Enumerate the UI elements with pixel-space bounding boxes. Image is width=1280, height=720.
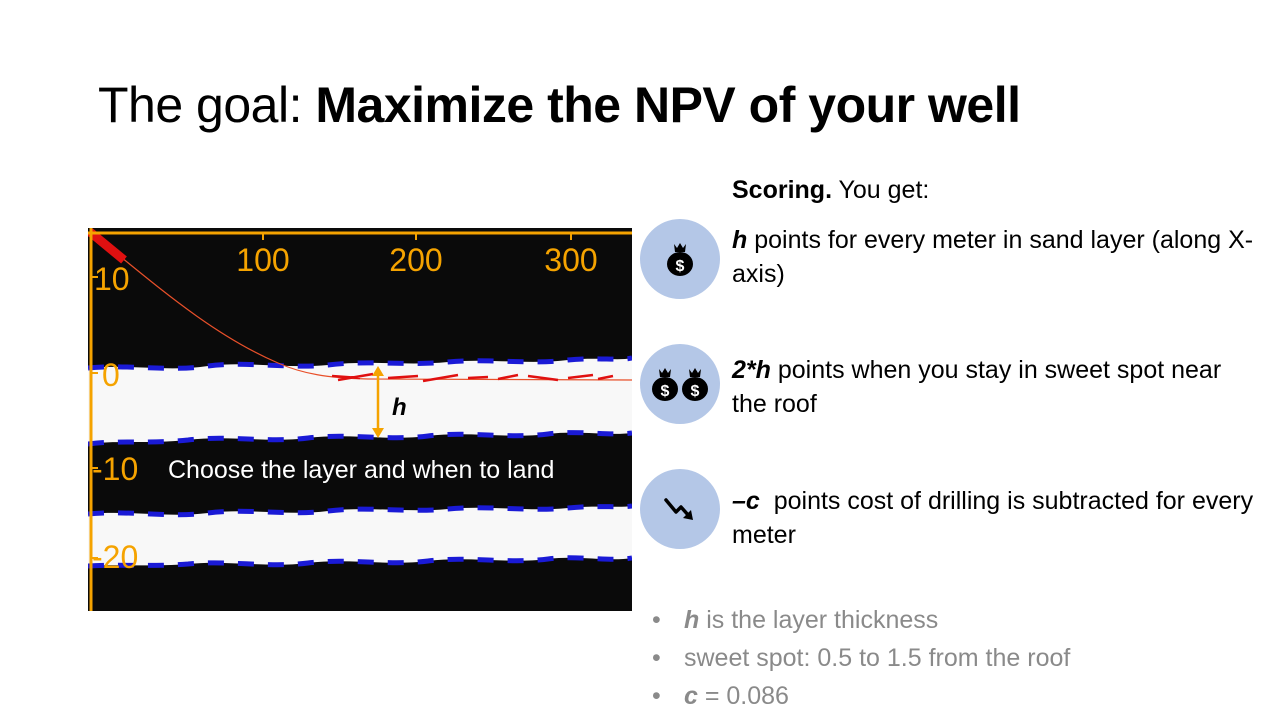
note-keyword: h <box>684 606 700 634</box>
title-bold: Maximize the NPV of your well <box>315 77 1021 133</box>
svg-text:$: $ <box>661 383 670 400</box>
note-text: sweet spot: 0.5 to 1.5 from the roof <box>684 644 1071 672</box>
x-tick-label: 200 <box>389 242 442 278</box>
svg-text:$: $ <box>691 383 700 400</box>
money-bag-icon: $ <box>640 219 720 299</box>
trend-down-icon <box>640 469 720 549</box>
scoring-item-keyword: –c <box>732 487 760 515</box>
scoring-heading-bold: Scoring. <box>732 176 833 204</box>
scoring-item-text: points when you stay in sweet spot near … <box>732 356 1222 418</box>
y-tick-label: -10 <box>92 451 138 487</box>
scoring-item-cost: –c points cost of drilling is subtracted… <box>732 484 1262 552</box>
slide-title: The goal: Maximize the NPV of your well <box>98 74 1021 136</box>
x-tick-label: 100 <box>236 242 289 278</box>
scoring-item-keyword: h <box>732 226 748 254</box>
h-label: h <box>392 394 407 421</box>
scoring-heading-rest: You get: <box>832 176 930 204</box>
well-plot: 100 200 300 10 0 -10 -20 h Choose the la… <box>88 228 632 611</box>
upper-sand-layer <box>88 358 632 444</box>
plot-caption: Choose the layer and when to land <box>168 456 554 484</box>
note-item: • sweet spot: 0.5 to 1.5 from the roof <box>652 644 1071 672</box>
note-item: • h is the layer thickness <box>652 606 939 634</box>
y-tick-label: 10 <box>94 261 130 297</box>
scoring-item-keyword: 2*h <box>732 356 771 384</box>
two-money-bags-icon: $ $ <box>640 344 720 424</box>
note-text: is the layer thickness <box>699 606 939 634</box>
note-item: • c = 0.086 <box>652 682 789 710</box>
note-keyword: c <box>684 682 698 710</box>
scoring-item-text: points for every meter in sand layer (al… <box>732 226 1254 288</box>
scoring-item-sand: h points for every meter in sand layer (… <box>732 223 1262 291</box>
scoring-item-sweet-spot: 2*h points when you stay in sweet spot n… <box>732 353 1262 421</box>
note-text: = 0.086 <box>697 682 789 710</box>
scoring-item-text: points cost of drilling is subtracted fo… <box>732 487 1261 549</box>
title-prefix: The goal: <box>98 77 316 133</box>
scoring-heading: Scoring. You get: <box>732 176 929 205</box>
notes-list: • h is the layer thickness • sweet spot: 0… <box>652 602 1070 716</box>
svg-text:$: $ <box>676 258 685 275</box>
y-tick-label: -20 <box>92 539 138 575</box>
x-tick-label: 300 <box>544 242 597 278</box>
y-tick-label: 0 <box>102 357 120 393</box>
